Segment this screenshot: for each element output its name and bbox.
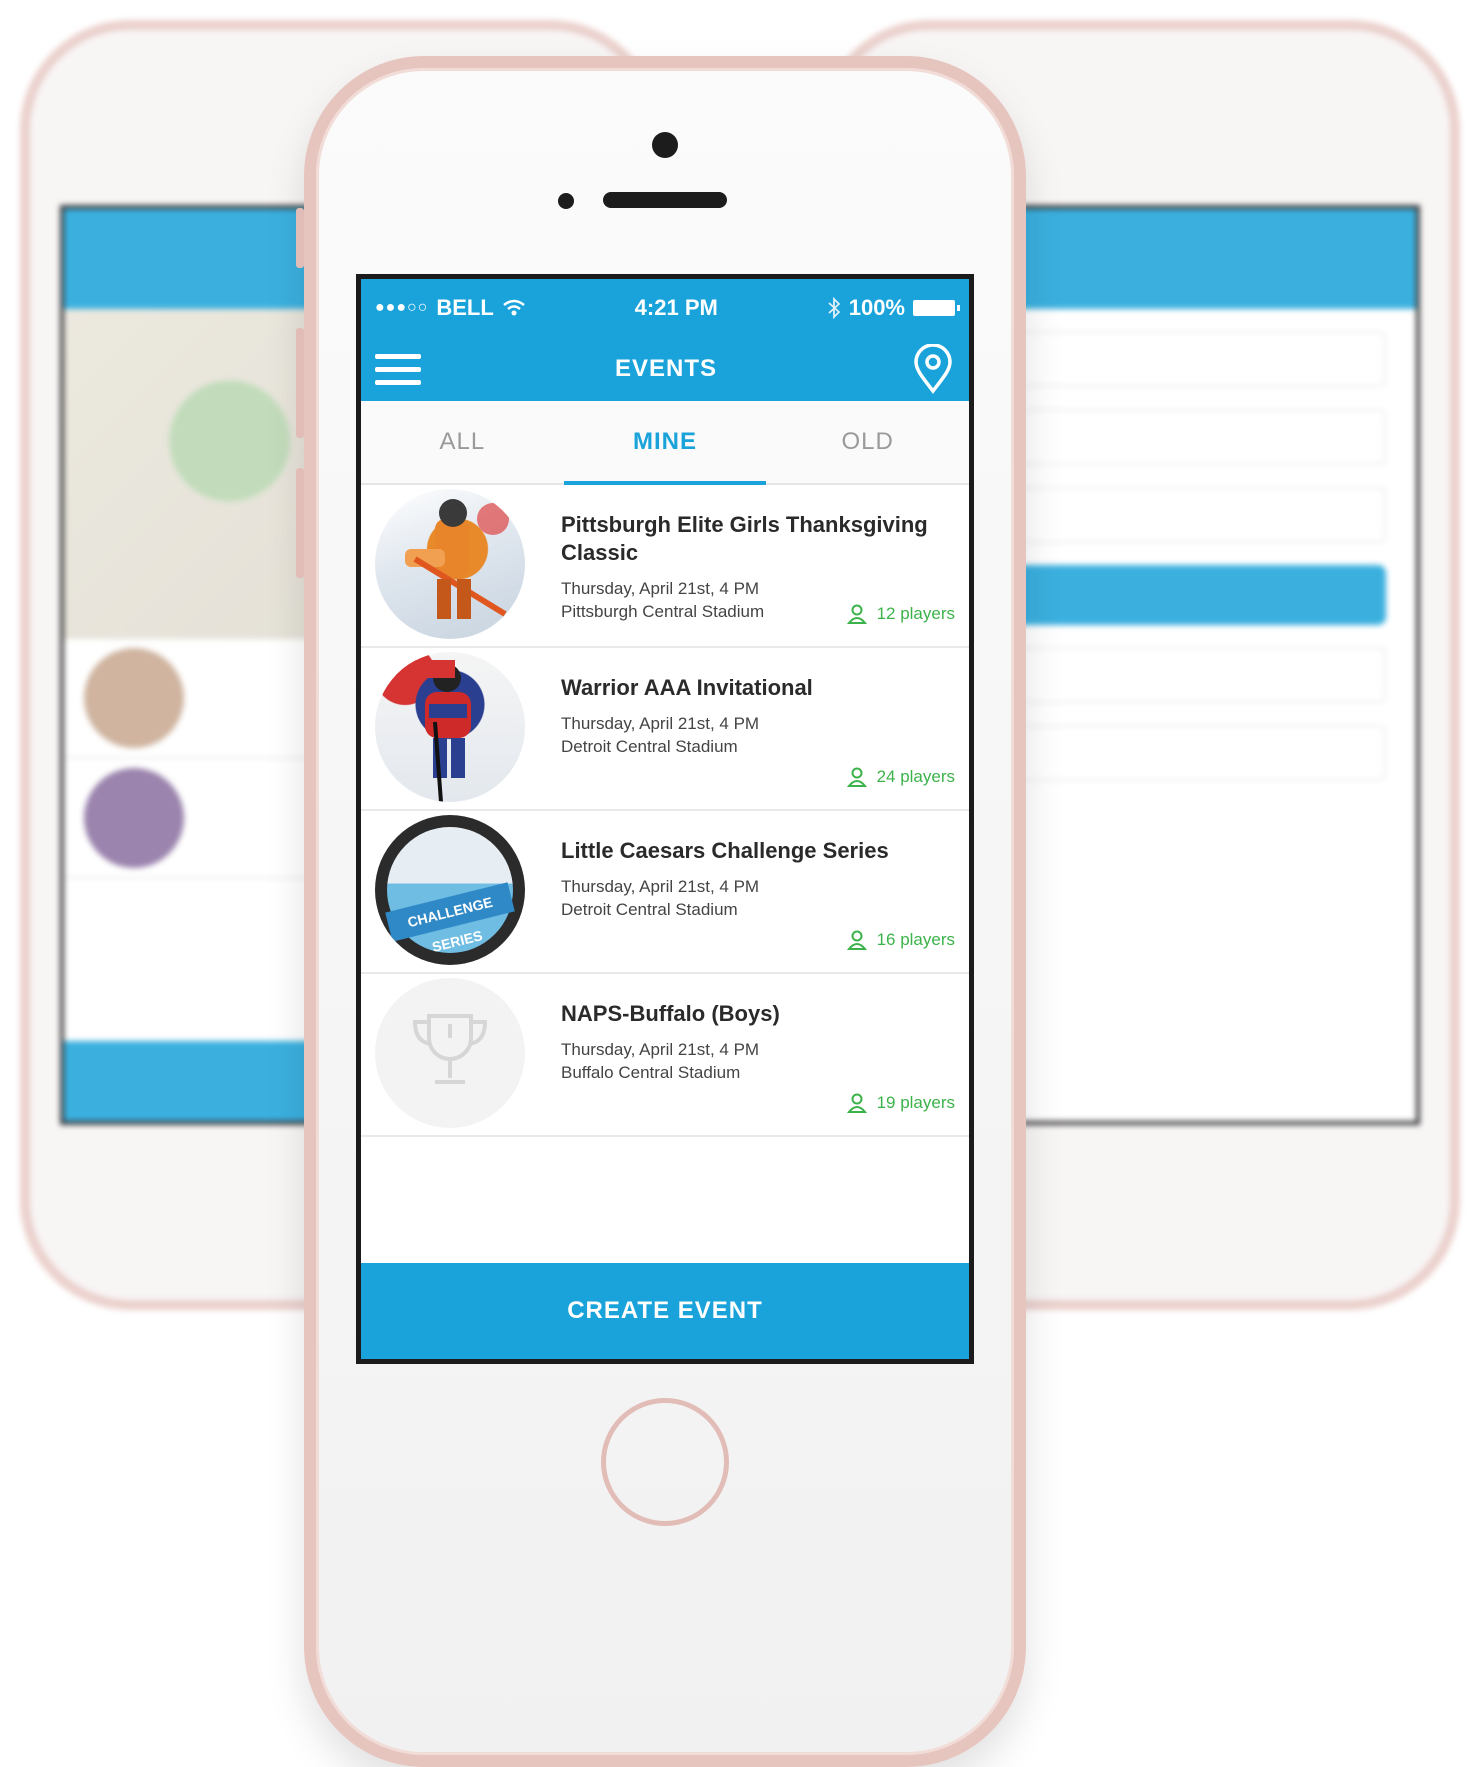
event-venue: Detroit Central Stadium: [561, 737, 738, 756]
event-title: NAPS-Buffalo (Boys): [561, 1001, 780, 1026]
volume-down-button: [296, 468, 304, 578]
event-title: Pittsburgh Elite Girls Thanksgiving Clas…: [561, 512, 928, 565]
navigation-bar: EVENTS: [361, 337, 969, 401]
event-thumbnail: CHALLENGE SERIES: [375, 815, 525, 965]
phone-frame: ●●●○○ BELL 4:21 PM 100% EVENTS ALL MINE …: [296, 56, 1026, 1767]
menu-icon[interactable]: [375, 353, 421, 385]
status-bar: ●●●○○ BELL 4:21 PM 100%: [361, 279, 969, 337]
player-count: 24 players: [846, 767, 955, 787]
app-screen: ●●●○○ BELL 4:21 PM 100% EVENTS ALL MINE …: [356, 274, 974, 1364]
signal-strength-icon: ●●●○○: [375, 299, 429, 316]
event-date: Thursday, April 21st, 4 PM: [561, 579, 760, 598]
list-item[interactable]: CHALLENGE SERIES Little Caesars Challeng…: [361, 811, 969, 974]
user-icon: [846, 1093, 867, 1113]
player-count: 16 players: [846, 930, 955, 950]
list-item[interactable]: Warrior AAA Invitational Thursday, April…: [361, 648, 969, 811]
hockey-goalie-photo: [405, 499, 509, 619]
user-icon: [846, 604, 867, 624]
mute-switch: [296, 208, 304, 268]
player-count-label: 16 players: [876, 930, 955, 949]
player-count-label: 12 players: [876, 604, 955, 623]
status-time: 4:21 PM: [634, 295, 718, 320]
location-pin-icon[interactable]: [911, 344, 955, 394]
event-thumbnail: [375, 489, 525, 639]
event-date: Thursday, April 21st, 4 PM: [561, 714, 760, 733]
tab-old[interactable]: OLD: [766, 401, 969, 483]
battery-icon: [913, 300, 960, 316]
volume-up-button: [296, 328, 304, 438]
event-thumbnail: [375, 652, 525, 802]
event-thumbnail: [375, 978, 525, 1128]
logo-text: CHALLENGE SERIES: [385, 882, 515, 955]
trophy-icon: [412, 1014, 488, 1084]
create-event-button[interactable]: CREATE EVENT: [361, 1263, 969, 1359]
event-venue: Buffalo Central Stadium: [561, 1063, 741, 1082]
carrier-name: BELL: [436, 295, 494, 320]
player-count: 12 players: [846, 604, 955, 624]
player-count-label: 24 players: [876, 767, 955, 786]
event-list: Pittsburgh Elite Girls Thanksgiving Clas…: [361, 485, 969, 1137]
earpiece-speaker: [603, 192, 727, 208]
user-icon: [846, 930, 867, 950]
hockey-player-photo: [395, 660, 471, 802]
home-button[interactable]: [601, 1398, 729, 1526]
user-icon: [846, 767, 867, 787]
list-item[interactable]: Pittsburgh Elite Girls Thanksgiving Clas…: [361, 485, 969, 648]
event-filter-tabs: ALL MINE OLD: [361, 401, 969, 485]
battery-percent: 100%: [848, 295, 905, 320]
player-count-label: 19 players: [876, 1093, 955, 1112]
front-camera: [652, 132, 678, 158]
mockup-stage: ●●●○○ BELL 4:21 PM 100% EVENTS ALL MINE …: [0, 0, 1476, 1767]
event-date: Thursday, April 21st, 4 PM: [561, 1040, 760, 1059]
page-title: EVENTS: [614, 355, 718, 382]
event-date: Thursday, April 21st, 4 PM: [561, 877, 760, 896]
event-title: Warrior AAA Invitational: [561, 675, 813, 700]
event-title: Little Caesars Challenge Series: [561, 838, 889, 863]
bluetooth-icon: [828, 297, 841, 319]
challenge-series-logo: CHALLENGE SERIES: [385, 827, 515, 955]
proximity-sensor: [558, 193, 574, 209]
wifi-icon: [503, 299, 525, 316]
event-venue: Detroit Central Stadium: [561, 900, 738, 919]
tab-all[interactable]: ALL: [361, 401, 564, 483]
player-count: 19 players: [846, 1093, 955, 1113]
list-item[interactable]: NAPS-Buffalo (Boys) Thursday, April 21st…: [361, 974, 969, 1137]
tab-mine[interactable]: MINE: [563, 401, 767, 485]
